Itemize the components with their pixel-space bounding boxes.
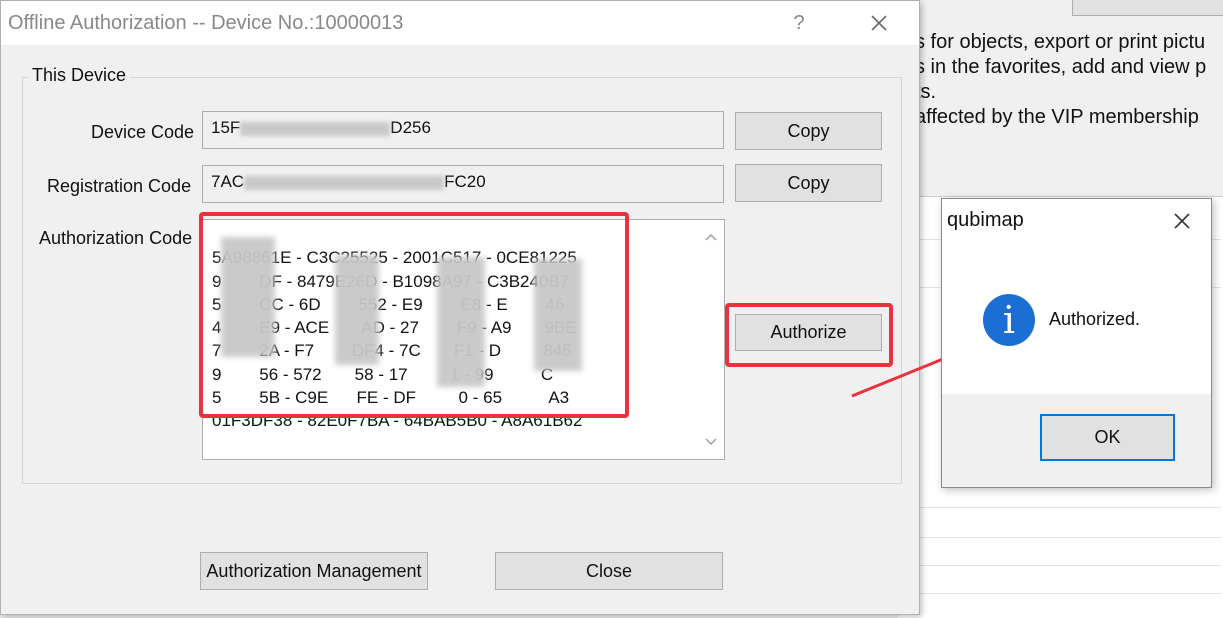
- authorization-code-label: Authorization Code: [39, 228, 193, 248]
- registration-code-label: Registration Code: [47, 176, 192, 196]
- table-row-divider: [898, 565, 1221, 566]
- background-toolbar-button[interactable]: [1072, 0, 1223, 16]
- background-text-line: s for objects, export or print pictu: [915, 31, 1206, 53]
- help-button[interactable]: ?: [787, 9, 811, 37]
- ok-button[interactable]: OK: [1040, 414, 1175, 461]
- close-button[interactable]: Close: [495, 552, 723, 590]
- info-icon: i: [983, 294, 1035, 346]
- scroll-down-icon[interactable]: [704, 435, 718, 449]
- annotation-highlight-box: [199, 212, 629, 418]
- redacted-area: [244, 175, 445, 190]
- scroll-up-icon[interactable]: [704, 230, 718, 244]
- info-glyph: i: [1002, 298, 1016, 342]
- device-code-label: Device Code: [91, 122, 195, 142]
- close-icon[interactable]: [1168, 207, 1196, 235]
- message-box-title: qubimap: [947, 209, 1024, 231]
- background-text-line: affected by the VIP membership: [915, 106, 1199, 128]
- device-code-field[interactable]: 15F D256: [202, 111, 724, 149]
- table-row-divider: [898, 507, 1221, 508]
- table-row-divider: [898, 537, 1221, 538]
- copy-device-code-button[interactable]: Copy: [735, 112, 882, 150]
- registration-code-field[interactable]: 7AC FC20: [202, 165, 724, 203]
- device-code-value: 15F: [211, 118, 241, 137]
- redacted-area: [240, 121, 391, 136]
- registration-code-value: 7AC: [211, 172, 245, 191]
- copy-registration-code-button[interactable]: Copy: [735, 164, 882, 202]
- device-code-value-suffix: D256: [390, 118, 431, 137]
- authorization-code-scrollbar[interactable]: [698, 220, 724, 459]
- background-text-line: s in the favorites, add and view p: [915, 56, 1207, 78]
- registration-code-value-suffix: FC20: [444, 172, 486, 191]
- authorization-management-button[interactable]: Authorization Management: [200, 552, 428, 590]
- dialog-title: Offline Authorization -- Device No.:1000…: [8, 12, 404, 34]
- group-title: This Device: [28, 65, 131, 86]
- table-row-divider: [898, 593, 1221, 594]
- message-box: qubimap i Authorized. OK: [941, 198, 1212, 488]
- close-icon[interactable]: [865, 9, 893, 37]
- dialog-titlebar[interactable]: Offline Authorization -- Device No.:1000…: [1, 1, 919, 45]
- message-text: Authorized.: [1049, 309, 1141, 329]
